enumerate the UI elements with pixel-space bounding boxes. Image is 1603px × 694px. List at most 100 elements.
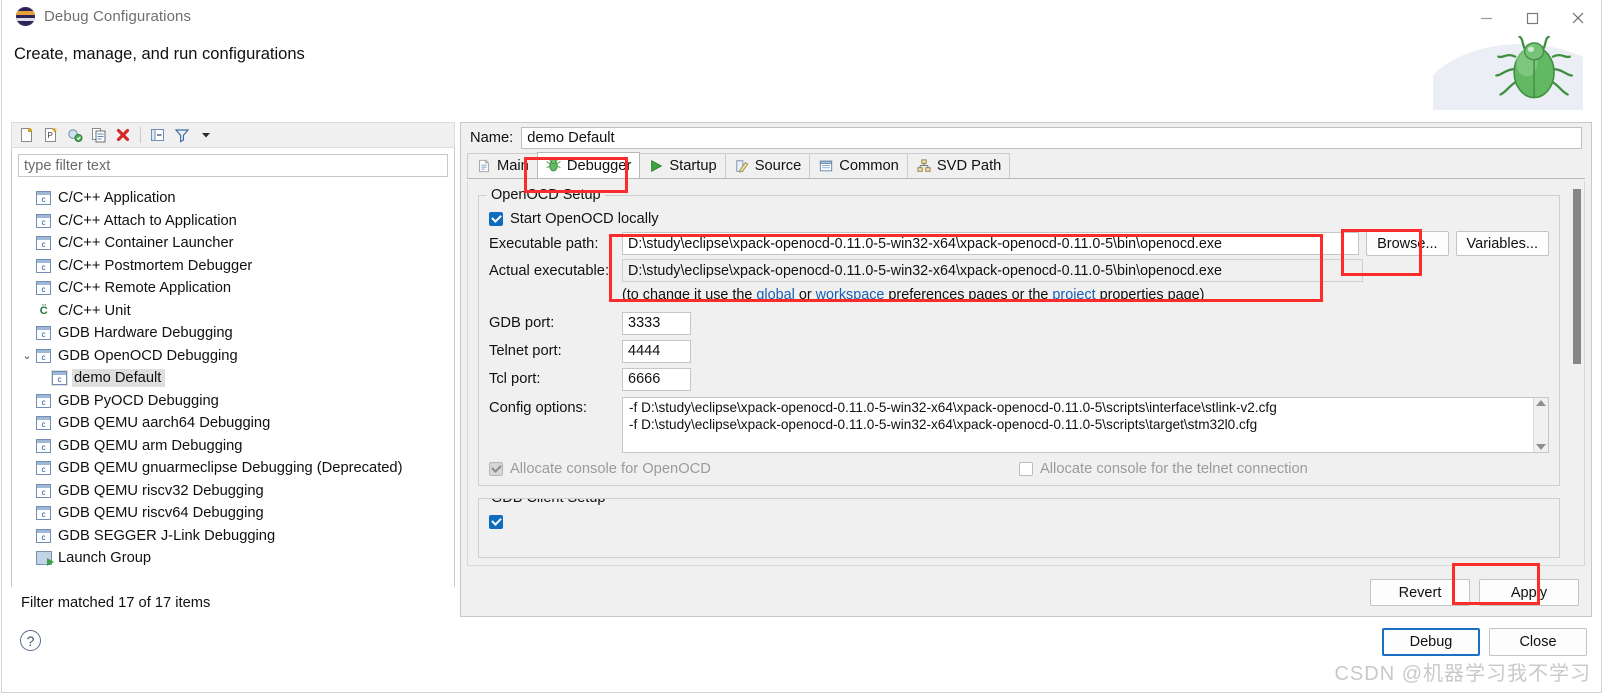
tree-item-gdb-segger-j-link-debugging[interactable]: c GDB SEGGER J-Link Debugging [13,525,453,548]
gdb-port-input[interactable]: 3333 [622,311,691,335]
tab-main[interactable]: Main [467,153,538,178]
allocate-console-openocd-row[interactable]: Allocate console for OpenOCD [489,461,1019,477]
c-config-icon: c [35,528,52,544]
allocate-console-telnet-label: Allocate console for the telnet connecti… [1040,461,1308,477]
tab-source[interactable]: Source [724,153,811,178]
apply-button[interactable]: Apply [1479,579,1579,606]
actual-executable-row: Actual executable: D:\study\eclipse\xpac… [489,257,1549,284]
variables-button[interactable]: Variables... [1455,231,1549,256]
executable-path-label: Executable path: [489,235,599,252]
tree-item-launch-group[interactable]: Launch Group [13,547,453,570]
tree-item-c-c-remote-application[interactable]: c C/C++ Remote Application [13,277,453,300]
maximize-button[interactable] [1509,0,1555,36]
tab-label: Common [839,158,899,174]
name-label: Name: [470,130,514,146]
delete-icon[interactable] [112,124,134,146]
tree-item-label: GDB QEMU aarch64 Debugging [58,415,271,432]
close-button-footer[interactable]: Close [1489,628,1587,656]
start-openocd-locally-checkbox[interactable] [489,212,503,226]
tree-item-gdb-qemu-riscv32-debugging[interactable]: c GDB QEMU riscv32 Debugging [13,480,453,503]
tree-item-gdb-hardware-debugging[interactable]: c GDB Hardware Debugging [13,322,453,345]
export-icon[interactable] [64,124,86,146]
configurations-tree[interactable]: c C/C++ Application c C/C++ Attach to Appli… [13,183,453,594]
global-preferences-link[interactable]: global [756,287,794,303]
browse-button[interactable]: Browse... [1366,231,1449,256]
new-prototype-icon[interactable]: P [40,124,62,146]
executable-path-input[interactable]: D:\study\eclipse\xpack-openocd-0.11.0-5-… [622,232,1360,255]
debugger-panel-scrollbar[interactable] [1570,181,1584,565]
debugger-scroll-content: OpenOCD Setup Start OpenOCD locally Exec… [468,181,1570,565]
tcl-port-input[interactable]: 6666 [622,367,691,391]
config-options-textarea[interactable]: -f D:\study\eclipse\xpack-openocd-0.11.0… [622,397,1549,453]
tab-common[interactable]: Common [809,153,908,178]
gdb-port-row: GDB port: 3333 [489,309,1549,337]
tree-item-label: GDB Hardware Debugging [58,325,233,342]
help-icon[interactable]: ? [20,630,41,651]
tree-item-c-c-attach-to-application[interactable]: c C/C++ Attach to Application [13,210,453,233]
workspace-preferences-link[interactable]: workspace [816,287,885,303]
scrollbar-thumb[interactable] [1573,189,1581,364]
tree-item-demo-default[interactable]: c demo Default [13,367,453,390]
allocate-console-telnet-row[interactable]: Allocate console for the telnet connecti… [1019,461,1549,477]
filter-status-label: Filter matched 17 of 17 items [11,587,455,617]
duplicate-icon[interactable] [88,124,110,146]
debug-button[interactable]: Debug [1382,628,1480,656]
svg-text:P: P [48,131,53,140]
tab-svd-path[interactable]: SVD Path [906,153,1011,178]
scroll-down-icon[interactable] [1536,444,1546,450]
tab-debugger[interactable]: Debugger [536,152,641,178]
collapse-all-icon[interactable] [147,124,169,146]
tree-item-label: GDB SEGGER J-Link Debugging [58,527,276,544]
revert-button[interactable]: Revert [1370,579,1470,606]
allocate-console-openocd-label: Allocate console for OpenOCD [510,461,711,477]
close-button[interactable] [1555,0,1601,36]
start-openocd-locally-row[interactable]: Start OpenOCD locally [489,208,1549,230]
configuration-name-input[interactable]: demo Default [521,127,1582,149]
minimize-button[interactable] [1463,0,1509,36]
tree-item-gdb-qemu-riscv64-debugging[interactable]: c GDB QEMU riscv64 Debugging [13,502,453,525]
debugger-bug-icon [546,158,562,174]
tcl-port-label: Tcl port: [489,371,541,387]
project-properties-link[interactable]: project [1052,287,1095,303]
tree-item-label: GDB QEMU riscv32 Debugging [58,482,264,499]
chevron-down-icon[interactable]: ⌄ [19,349,35,362]
search-input[interactable]: type filter text [18,154,448,177]
gdb-client-checkbox[interactable] [489,515,503,529]
tree-item-gdb-openocd-debugging[interactable]: ⌄ c GDB OpenOCD Debugging [13,345,453,368]
tree-item-c-c-container-launcher[interactable]: c C/C++ Container Launcher [13,232,453,255]
tree-toolbar: P [11,122,455,148]
gdb-client-first-row[interactable] [489,511,1549,533]
allocate-console-telnet-checkbox[interactable] [1019,462,1033,476]
filter-icon[interactable] [171,124,193,146]
c-config-icon: c [35,190,52,206]
scroll-up-icon[interactable] [1536,400,1546,406]
c-config-icon: c [35,258,52,274]
tree-item-label: Launch Group [58,550,152,567]
configuration-tabs[interactable]: Main Debugger Startup Source Common SVD Path [467,152,1585,179]
view-menu-icon[interactable] [195,124,217,146]
tree-item-c-c-postmortem-debugger[interactable]: c C/C++ Postmortem Debugger [13,255,453,278]
common-window-icon [818,158,834,174]
debugger-tab-panel: OpenOCD Setup Start OpenOCD locally Exec… [467,181,1585,566]
allocate-console-openocd-checkbox[interactable] [489,462,503,476]
config-options-scrollbar[interactable] [1533,398,1548,452]
telnet-port-input[interactable]: 4444 [622,339,691,363]
tree-item-gdb-qemu-gnuarmeclipse-debugging-deprecated[interactable]: c GDB QEMU gnuarmeclipse Debugging (Depre… [13,457,453,480]
hint-prefix: (to change it use the [622,287,757,303]
tree-item-gdb-qemu-aarch64-debugging[interactable]: c GDB QEMU aarch64 Debugging [13,412,453,435]
configurations-tree-panel: P type filter text c C/C++ Application c… [11,122,455,617]
tree-item-gdb-qemu-arm-debugging[interactable]: c GDB QEMU arm Debugging [13,435,453,458]
tab-startup[interactable]: Startup [639,153,726,178]
actual-executable-label: Actual executable: [489,262,610,279]
tree-item-label: C/C++ Attach to Application [58,212,237,229]
tree-item-c-c-unit[interactable]: C̈ C/C++ Unit [13,300,453,323]
actual-executable-value: D:\study\eclipse\xpack-openocd-0.11.0-5-… [622,259,1363,282]
new-configuration-icon[interactable] [16,124,38,146]
source-edit-icon [734,158,750,174]
tree-item-gdb-pyocd-debugging[interactable]: c GDB PyOCD Debugging [13,390,453,413]
tcl-port-row: Tcl port: 6666 [489,365,1549,393]
config-option-line: -f D:\study\eclipse\xpack-openocd-0.11.0… [629,400,1277,415]
hint-suffix: properties page) [1095,287,1205,303]
window-title: Debug Configurations [44,8,192,25]
tree-item-c-c-application[interactable]: c C/C++ Application [13,187,453,210]
